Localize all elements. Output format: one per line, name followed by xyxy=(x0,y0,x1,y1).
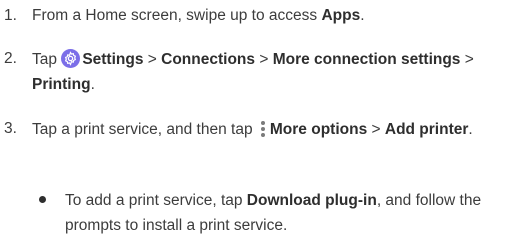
step-number: 3. xyxy=(4,120,17,137)
step-number: 2. xyxy=(4,50,17,67)
bullet-icon xyxy=(39,196,46,203)
ui-term-settings: Settings xyxy=(82,51,144,68)
bullet-text: To add a print service, tap Download plu… xyxy=(65,188,520,238)
step-number: 1. xyxy=(4,7,17,24)
separator: > xyxy=(255,51,273,68)
ui-term-add-printer: Add printer xyxy=(384,121,469,138)
more-options-icon xyxy=(258,119,268,137)
bullet-text-part: To add a print service, tap xyxy=(65,192,247,209)
ui-term-printing: Printing xyxy=(32,76,91,93)
step-text: Tap Settings > Connections > More connec… xyxy=(32,47,517,97)
step-text: From a Home screen, swipe up to access A… xyxy=(32,4,517,28)
separator: > xyxy=(367,121,385,138)
step-text: Tap a print service, and then tap More o… xyxy=(32,117,517,142)
step-text-part: . xyxy=(360,7,365,24)
separator: > xyxy=(143,51,162,68)
ui-term-apps: Apps xyxy=(321,7,361,24)
separator: > xyxy=(460,51,474,68)
step-text-part: From a Home screen, swipe up to access xyxy=(32,7,322,24)
step-text-part: . xyxy=(90,76,95,93)
ui-term-download-plug-in: Download plug-in xyxy=(246,192,377,209)
settings-gear-icon xyxy=(61,49,81,68)
ui-term-more-connection-settings: More connection settings xyxy=(272,51,461,68)
ui-term-more-options: More options xyxy=(269,121,368,138)
ui-term-connections: Connections xyxy=(161,51,256,68)
step-text-part: . xyxy=(468,121,473,138)
step-text-part: Tap a print service, and then tap xyxy=(32,121,257,138)
step-text-part: Tap xyxy=(32,51,62,68)
